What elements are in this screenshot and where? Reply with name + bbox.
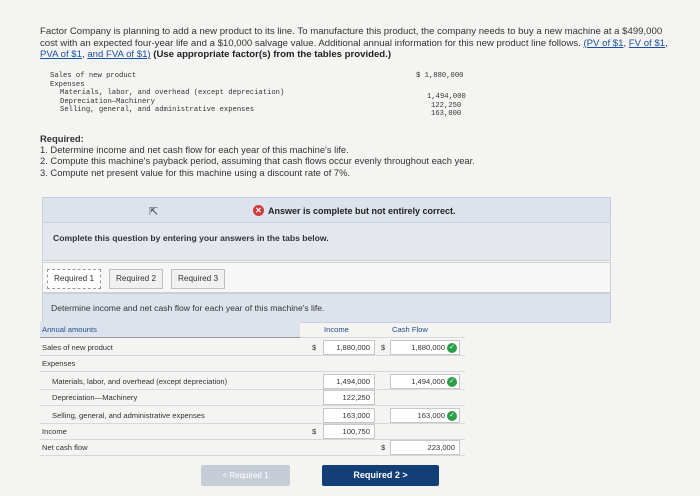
tab-bar: Required 1 Required 2 Required 3 [42, 262, 611, 293]
problem-intro: Factor Company is planning to add a new … [40, 26, 668, 60]
next-required-button[interactable]: Required 2 > [322, 465, 439, 486]
row-label: Materials, labor, and overhead (except d… [52, 377, 228, 386]
table-row: Net cash flow $ 223,000 [40, 440, 465, 456]
table-row: Expenses [40, 356, 465, 372]
row-label: Expenses [42, 359, 76, 368]
dollar-sign: $ [312, 427, 317, 436]
tab-required-3[interactable]: Required 3 [171, 269, 226, 289]
sales-cashflow-input[interactable]: 1,880,000 ✓ [390, 340, 460, 355]
mouse-cursor-icon: ⇱ [149, 206, 159, 218]
table-row: Selling, general, and administrative exp… [40, 408, 465, 424]
table-header-row: Annual amounts Income Cash Flow [40, 322, 465, 338]
fv-link[interactable]: FV of $1 [629, 38, 665, 49]
table-row: Depreciation—Machinery 122,250 [40, 390, 465, 406]
intro-text: Factor Company is planning to add a new … [40, 26, 663, 49]
info-sales-label: Sales of new product [50, 72, 137, 80]
correct-check-icon: ✓ [447, 377, 457, 387]
tab-required-1[interactable]: Required 1 [47, 269, 102, 289]
dollar-sign: $ [381, 343, 386, 352]
answer-status-banner: ⇱ ✕ Answer is complete but not entirely … [42, 197, 611, 223]
required-section: Required: 1. Determine income and net ca… [40, 133, 475, 178]
tab-instruction: Determine income and net cash flow for e… [51, 303, 325, 313]
dollar-sign: $ [312, 343, 317, 352]
required-item: 1. Determine income and net cash flow fo… [40, 144, 349, 156]
instructions-panel: Complete this question by entering your … [42, 223, 611, 261]
net-cashflow-input[interactable]: 223,000 [390, 440, 460, 455]
incorrect-icon: ✕ [253, 205, 264, 216]
info-item-value: 163,000 [431, 110, 462, 119]
row-label: Depreciation—Machinery [52, 393, 138, 402]
tab-required-2[interactable]: Required 2 [109, 269, 164, 289]
row-label: Income [42, 427, 67, 436]
correct-check-icon: ✓ [447, 343, 457, 353]
dollar-sign: $ [381, 443, 386, 452]
answer-status-text: Answer is complete but not entirely corr… [268, 205, 456, 216]
col-annual-amounts: Annual amounts [42, 325, 97, 334]
table-row: Materials, labor, and overhead (except d… [40, 374, 465, 390]
tab-instruction-bar: Determine income and net cash flow for e… [42, 293, 611, 323]
materials-income-input[interactable]: 1,494,000 [323, 374, 375, 389]
pva-link[interactable]: PVA of $1 [40, 49, 82, 60]
fva-link[interactable]: and FVA of $1) [87, 49, 150, 60]
required-item: 2. Compute this machine's payback period… [40, 155, 475, 167]
col-cash-flow: Cash Flow [392, 325, 428, 334]
factor-note: (Use appropriate factor(s) from the tabl… [153, 49, 392, 60]
info-sales-value: $ 1,880,000 [416, 72, 464, 80]
selling-cashflow-input[interactable]: 163,000 ✓ [390, 408, 460, 423]
selling-income-input[interactable]: 163,000 [323, 408, 375, 423]
table-row: Income $ 100,750 [40, 424, 465, 440]
table-row: Sales of new product $ 1,880,000 $ 1,880… [40, 340, 465, 356]
income-total-input[interactable]: 100,750 [323, 424, 375, 439]
row-label: Net cash flow [42, 443, 88, 452]
materials-cashflow-input[interactable]: 1,494,000 ✓ [390, 374, 460, 389]
info-item-value: 122,250 [431, 101, 462, 110]
row-label: Sales of new product [42, 343, 113, 352]
pv-link[interactable]: (PV of $1 [583, 38, 623, 49]
info-item-label: Selling, general, and administrative exp… [60, 106, 255, 115]
info-item-label: Materials, labor, and overhead (except d… [60, 89, 285, 98]
row-label: Selling, general, and administrative exp… [52, 411, 205, 420]
info-item-value: 1,494,000 [427, 93, 466, 101]
correct-check-icon: ✓ [447, 411, 457, 421]
prev-required-button[interactable]: < Required 1 [201, 465, 290, 486]
required-item: 3. Compute net present value for this ma… [40, 166, 351, 178]
depreciation-income-input[interactable]: 122,250 [323, 390, 375, 405]
info-expenses-label: Expenses [50, 80, 85, 89]
info-item-label: Depreciation—Machinery [60, 97, 155, 106]
complete-instructions: Complete this question by entering your … [53, 233, 329, 243]
col-income: Income [324, 325, 349, 334]
sales-income-input[interactable]: 1,880,000 [323, 340, 375, 355]
required-heading: Required: [40, 133, 84, 144]
